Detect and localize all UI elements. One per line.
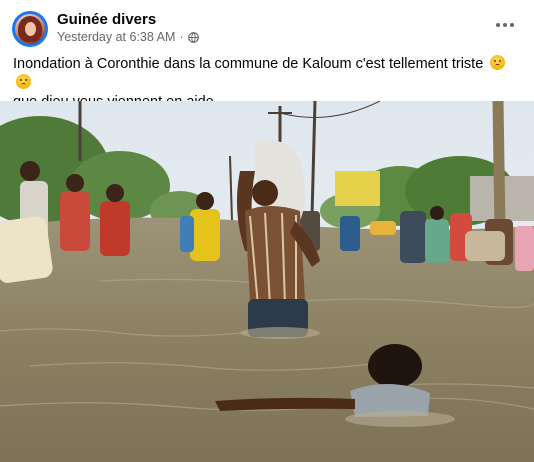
page-avatar[interactable] bbox=[12, 11, 48, 47]
avatar-image bbox=[15, 14, 45, 44]
building bbox=[335, 171, 380, 206]
globe-icon bbox=[187, 31, 199, 43]
page-name-link[interactable]: Guinée divers bbox=[57, 11, 156, 28]
avatar-face bbox=[25, 22, 36, 36]
post-timestamp[interactable]: Yesterday at 6:38 AM bbox=[57, 30, 175, 44]
more-options-button[interactable] bbox=[492, 18, 518, 32]
post-text-line1: Inondation à Coronthie dans la commune d… bbox=[13, 56, 484, 72]
flood-photo-illustration bbox=[0, 101, 534, 462]
more-options-icon bbox=[496, 23, 500, 27]
post-card: Guinée divers Yesterday at 6:38 AM · Ino… bbox=[0, 0, 534, 462]
post-photo[interactable] bbox=[0, 101, 534, 462]
sad-face-emoji-icon bbox=[16, 74, 31, 89]
post-meta: Yesterday at 6:38 AM · bbox=[57, 30, 199, 44]
post-header: Guinée divers Yesterday at 6:38 AM · bbox=[0, 0, 534, 50]
more-dot bbox=[510, 23, 514, 27]
sad-face-emoji-icon bbox=[490, 55, 506, 70]
splash bbox=[240, 327, 320, 339]
meta-separator: · bbox=[179, 30, 184, 44]
floating-sack bbox=[0, 216, 53, 283]
more-dot bbox=[503, 23, 507, 27]
